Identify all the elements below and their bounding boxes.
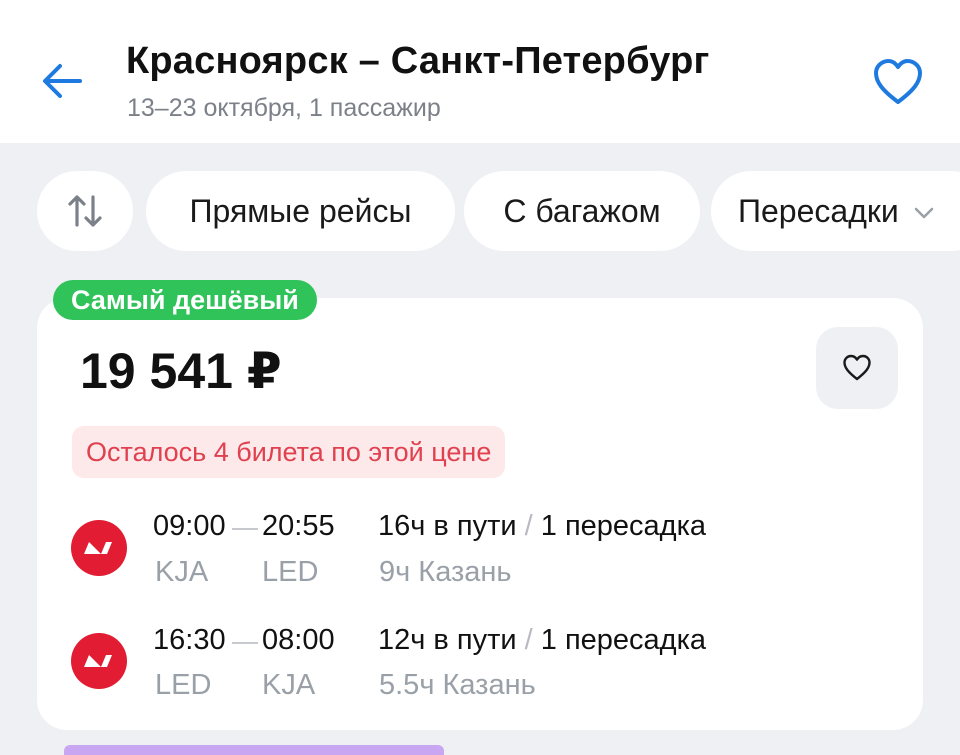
filter-with-baggage[interactable]: С багажом	[464, 171, 700, 251]
nordwind-logo-icon	[71, 633, 127, 689]
chevron-down-icon	[914, 207, 933, 219]
airline-logo	[71, 520, 127, 576]
filter-transfers-label: Пересадки	[738, 192, 899, 229]
time-separator	[232, 642, 258, 644]
flight-summary: 16ч в пути / 1 пересадка	[378, 510, 706, 543]
cheapest-badge: Самый дешёвый	[53, 280, 317, 320]
filter-transfers-dropdown[interactable]: Пересадки	[711, 171, 960, 251]
layover-info: 9ч Казань	[379, 556, 512, 588]
flight-summary: 12ч в пути / 1 пересадка	[378, 624, 706, 657]
departure-airport: KJA	[155, 556, 209, 588]
layover-info: 5.5ч Казань	[379, 669, 536, 701]
flight-duration: 16ч в пути	[378, 510, 517, 542]
arrow-left-icon	[43, 64, 82, 98]
arrival-time: 08:00	[262, 624, 335, 656]
stops-count: 1 пересадка	[540, 510, 707, 542]
favorite-search-button[interactable]	[872, 58, 924, 108]
departure-time: 16:30	[153, 624, 226, 656]
back-button[interactable]	[38, 56, 88, 106]
arrival-airport: KJA	[262, 669, 316, 701]
time-separator	[232, 528, 258, 530]
sort-arrows-icon	[68, 195, 102, 227]
offer-favorite-button[interactable]	[816, 327, 898, 409]
tickets-left-notice: Осталось 4 билета по этой цене	[72, 426, 506, 478]
arrival-time: 20:55	[262, 510, 335, 542]
nordwind-logo-icon	[71, 520, 127, 576]
summary-divider: /	[524, 624, 533, 656]
sort-button[interactable]	[37, 171, 133, 251]
summary-divider: /	[524, 510, 533, 542]
heart-outline-icon	[874, 59, 922, 104]
airline-logo	[71, 633, 127, 689]
route-title: Красноярск – Санкт-Петербург	[126, 40, 710, 82]
heart-outline-icon	[843, 354, 871, 381]
filter-direct-flights[interactable]: Прямые рейсы	[146, 171, 455, 251]
trip-details: 13–23 октября, 1 пассажир	[127, 94, 441, 122]
stops-count: 1 пересадка	[540, 624, 707, 656]
arrival-airport: LED	[262, 556, 319, 588]
next-offer-card-edge	[64, 745, 444, 755]
flight-duration: 12ч в пути	[378, 624, 517, 656]
departure-time: 09:00	[153, 510, 226, 542]
departure-airport: LED	[155, 669, 212, 701]
offer-price: 19 541 ₽	[80, 343, 282, 399]
top-bar: Красноярск – Санкт-Петербург 13–23 октяб…	[0, 0, 960, 143]
